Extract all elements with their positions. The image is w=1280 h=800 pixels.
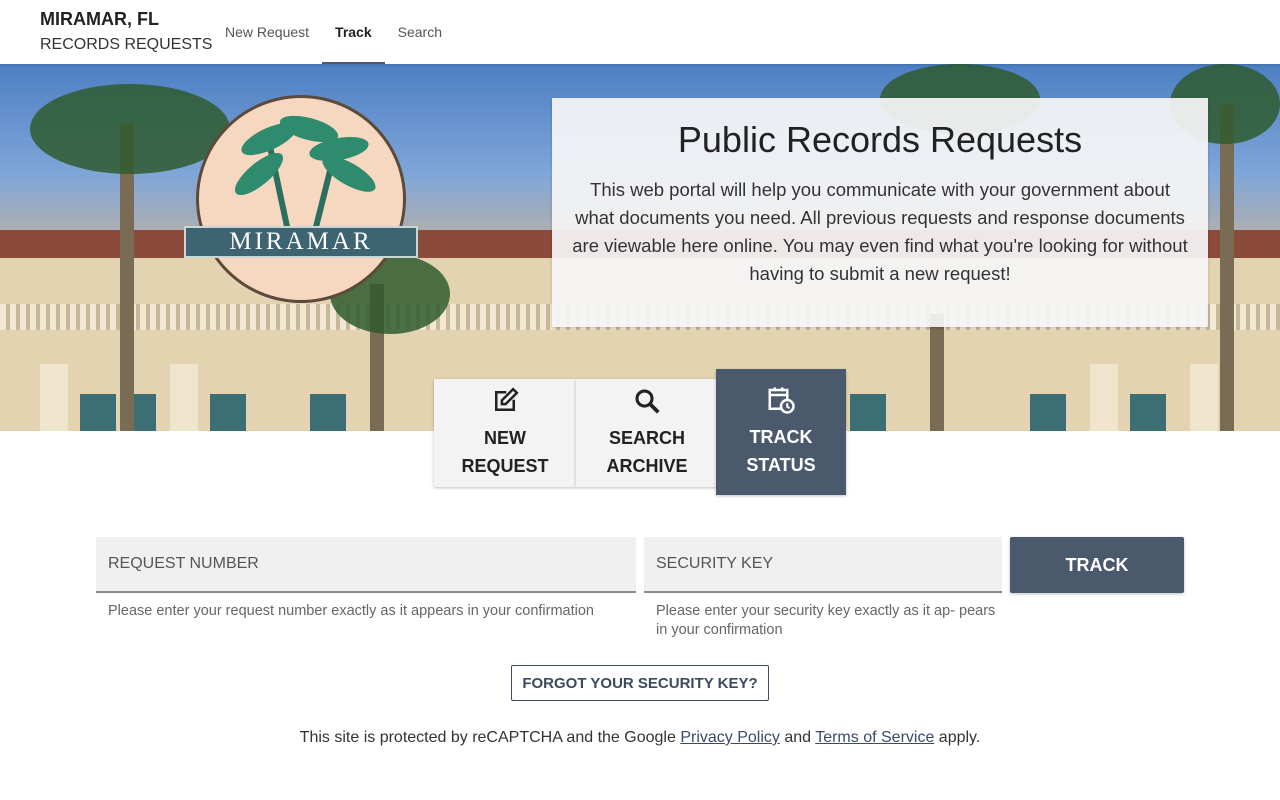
security-key-hint: Please enter your security key exactly a… xyxy=(656,603,996,638)
search-archive-tile[interactable]: SEARCH ARCHIVE xyxy=(576,379,718,487)
tile-label: REQUEST xyxy=(461,456,549,476)
search-icon xyxy=(635,389,660,414)
tile-label: SEARCH xyxy=(608,428,685,448)
request-number-hint: Please enter your request number exactly… xyxy=(108,603,594,619)
brand[interactable]: MIRAMAR, FL RECORDS REQUESTS xyxy=(40,8,212,56)
track-status-tile[interactable]: TRACK STATUS xyxy=(716,369,846,495)
tile-label: NEW xyxy=(484,428,526,448)
request-number-input[interactable] xyxy=(108,555,624,573)
edit-icon xyxy=(495,387,519,411)
security-key-input[interactable] xyxy=(656,555,990,573)
recaptcha-notice: This site is protected by reCAPTCHA and … xyxy=(0,729,1280,747)
palm-trunk xyxy=(930,314,944,431)
brand-city: MIRAMAR, FL xyxy=(40,9,159,29)
building-window xyxy=(850,394,886,431)
building-column xyxy=(1090,364,1118,431)
brand-subtitle: RECORDS REQUESTS xyxy=(40,36,213,53)
building-window xyxy=(310,394,346,431)
tile-label: STATUS xyxy=(746,455,816,475)
recaptcha-and: and xyxy=(784,729,812,746)
building-column xyxy=(170,364,198,431)
page-title: Public Records Requests xyxy=(677,119,1083,160)
building-window xyxy=(1130,394,1166,431)
building-column xyxy=(1190,364,1218,431)
hero-description: This web portal will help you communicat… xyxy=(572,179,1188,284)
logo-text: MIRAMAR xyxy=(229,228,373,255)
terms-of-service-link[interactable]: Terms of Service xyxy=(815,729,934,746)
hero-info-card: Public Records Requests This web portal … xyxy=(552,98,1208,327)
city-logo xyxy=(196,95,406,303)
track-button[interactable]: TRACK xyxy=(1010,537,1184,593)
building-column xyxy=(40,364,68,431)
recaptcha-suffix: apply. xyxy=(938,729,981,746)
palm-frond xyxy=(30,84,230,174)
privacy-policy-link[interactable]: Privacy Policy xyxy=(680,729,780,746)
logo-banner: MIRAMAR xyxy=(184,226,418,258)
top-bar: MIRAMAR, FL RECORDS REQUESTS New Request… xyxy=(0,0,1280,64)
tile-label: ARCHIVE xyxy=(606,456,688,476)
calendar-clock-icon xyxy=(768,387,795,414)
recaptcha-prefix: This site is protected by reCAPTCHA and … xyxy=(299,729,676,746)
request-number-field[interactable] xyxy=(96,537,636,593)
building-window xyxy=(1030,394,1066,431)
new-request-tile[interactable]: NEW REQUEST xyxy=(434,379,576,487)
palm-trunk xyxy=(1220,104,1234,431)
nav-track[interactable]: Track xyxy=(322,0,385,64)
nav-search[interactable]: Search xyxy=(385,0,455,64)
forgot-security-key-button[interactable]: FORGOT YOUR SECURITY KEY? xyxy=(511,665,769,701)
nav-new-request[interactable]: New Request xyxy=(212,0,322,64)
main-nav: New Request Track Search xyxy=(212,0,455,64)
tile-label: TRACK xyxy=(749,427,813,447)
building-window xyxy=(210,394,246,431)
building-window xyxy=(80,394,116,431)
security-key-field[interactable] xyxy=(644,537,1002,593)
